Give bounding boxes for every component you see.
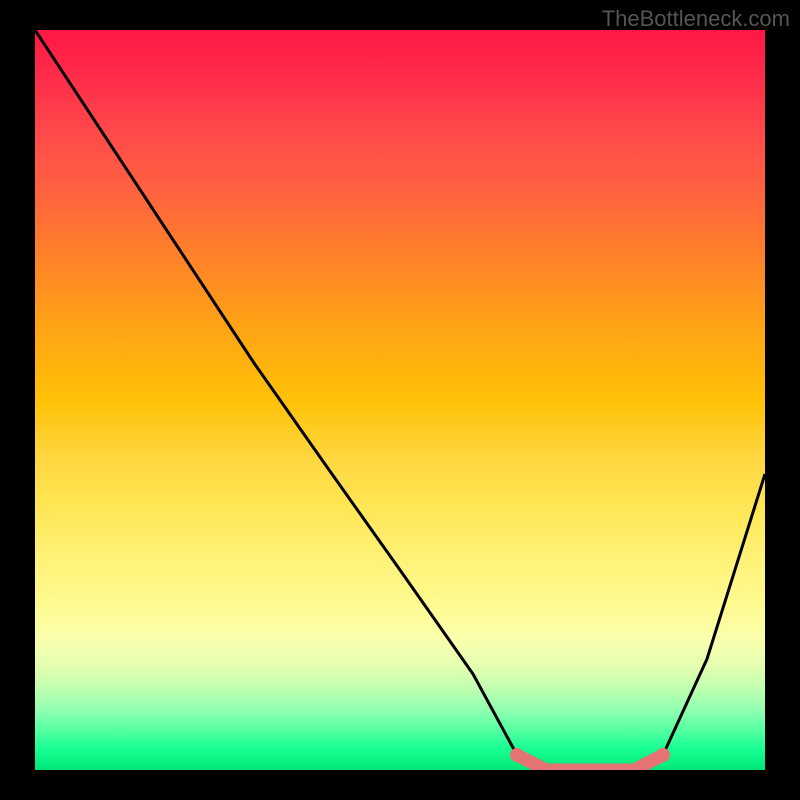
plot-area	[35, 30, 765, 770]
chart-svg	[35, 30, 765, 770]
watermark-text: TheBottleneck.com	[602, 6, 790, 32]
bottleneck-curve	[35, 30, 765, 770]
optimal-zone-marker	[517, 755, 663, 770]
marker-dot	[510, 748, 524, 762]
marker-dot	[656, 748, 670, 762]
